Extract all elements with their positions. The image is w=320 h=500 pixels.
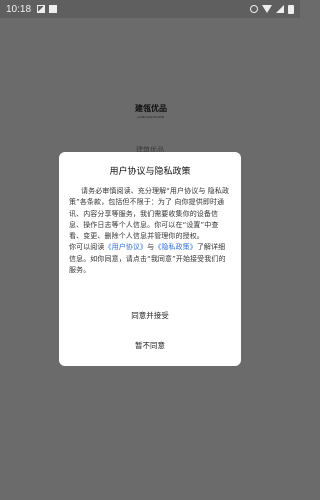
logo-subtext: JIANLINGYOUPIN — [137, 115, 165, 119]
signal-icon — [276, 5, 284, 13]
image-notification-icon — [37, 5, 46, 13]
disagree-button[interactable]: 暂不同意 — [59, 340, 241, 351]
dialog-title: 用户协议与隐私政策 — [109, 167, 191, 177]
user-agreement-link[interactable]: 《用户协议》 — [105, 243, 148, 251]
app-notification-icon — [49, 5, 58, 13]
dialog-paragraph-1: 请务必审慎阅读、充分理解“用户协议与 隐私政策”各条款，包括但不限于：为了 向你… — [69, 187, 230, 241]
status-bar: 10:18 — [0, 0, 300, 18]
battery-icon — [288, 4, 294, 14]
agree-button[interactable]: 同意并接受 — [59, 310, 241, 321]
status-time: 10:18 — [6, 3, 32, 15]
para2-prefix: 你可以阅读 — [69, 243, 105, 252]
dialog-paragraph-2: 你可以阅读《用户协议》与《隐私政策》了解详细信息。如你同意，请点击“我同意”开始… — [69, 242, 231, 276]
wifi-icon — [262, 5, 272, 13]
privacy-policy-link[interactable]: 《隐私政策》 — [154, 243, 197, 251]
app-logo: 建瓴优品 JIANLINGYOUPIN — [130, 103, 172, 127]
dnd-icon — [250, 5, 258, 13]
logo-text: 建瓴优品 — [135, 104, 167, 113]
status-icons — [250, 4, 294, 14]
privacy-dialog: 用户协议与隐私政策 请务必审慎阅读、充分理解“用户协议与 隐私政策”各条款，包括… — [59, 152, 241, 366]
